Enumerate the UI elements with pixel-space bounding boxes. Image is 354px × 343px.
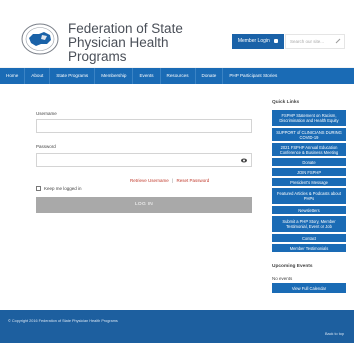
nav-item-donate[interactable]: Donate	[196, 68, 224, 84]
view-calendar-button[interactable]: View Full Calendar	[272, 283, 346, 293]
quick-link-member-testimonials[interactable]: Member Testimonials	[272, 244, 346, 252]
nav-item-about[interactable]: About	[25, 68, 51, 84]
no-events-text: No events	[272, 276, 293, 281]
quick-links-title: Quick Links	[272, 100, 300, 105]
password-field[interactable]	[36, 153, 252, 167]
back-to-top-label: Back to top	[325, 332, 344, 336]
upcoming-events-title: Upcoming Events	[272, 264, 313, 269]
eye-icon[interactable]	[241, 158, 247, 163]
quick-link-donate[interactable]: Donate	[272, 158, 346, 166]
search-input[interactable]: Search our site...	[285, 34, 345, 49]
member-login-button[interactable]: Member Login	[232, 34, 284, 49]
quick-link-contact[interactable]: Contact	[272, 234, 346, 242]
quick-link-join[interactable]: JOIN FSPHP	[272, 168, 346, 176]
keep-logged-in-label: Keep me logged in	[44, 186, 82, 191]
quick-link-presidents-message[interactable]: President's Message	[272, 178, 346, 186]
nav-item-events[interactable]: Events	[133, 68, 161, 84]
username-field[interactable]	[36, 119, 252, 133]
account-links: Retrieve Username | Reset Password	[130, 178, 209, 183]
member-login-label: Member Login	[237, 38, 270, 44]
back-to-top-link[interactable]: Back to top	[325, 332, 344, 336]
quick-link-racism-statement[interactable]: FSPHP Statement on Racism, Discriminatio…	[272, 110, 346, 126]
page: Federation of State Physician Health Pro…	[0, 0, 354, 343]
reset-password-link[interactable]: Reset Password	[176, 178, 209, 183]
search-icon[interactable]	[335, 38, 341, 44]
nav-item-php-participant-stories[interactable]: PHP Participant Stories	[223, 68, 283, 84]
quick-link-annual-conference[interactable]: 2021 FSPHP Annual Education Conference &…	[272, 143, 346, 156]
quick-link-submit-story[interactable]: Submit a PHP Story, Member Testimonial, …	[272, 216, 346, 232]
copyright-text: © Copyright 2016 Federation of State Phy…	[8, 319, 118, 323]
quick-link-featured-articles[interactable]: Featured Articles & Podcasts about PHPs	[272, 188, 346, 204]
nav-item-resources[interactable]: Resources	[161, 68, 196, 84]
remember-me[interactable]: Keep me logged in	[36, 186, 82, 191]
main-nav: Home About State Programs Membership Eve…	[0, 68, 354, 84]
username-label: Username	[36, 111, 57, 116]
nav-item-state-programs[interactable]: State Programs	[50, 68, 96, 84]
keep-logged-in-checkbox[interactable]	[36, 186, 41, 191]
seal-logo-icon[interactable]	[20, 22, 60, 56]
site-header: Federation of State Physician Health Pro…	[0, 0, 354, 67]
links-separator: |	[172, 178, 174, 183]
org-name[interactable]: Federation of State Physician Health Pro…	[68, 22, 228, 64]
nav-item-home[interactable]: Home	[0, 68, 26, 84]
site-footer: © Copyright 2016 Federation of State Phy…	[0, 310, 354, 343]
retrieve-username-link[interactable]: Retrieve Username	[130, 178, 169, 183]
quick-link-covid-support[interactable]: SUPPORT of CLINICIANS DURING COVID-19	[272, 128, 346, 141]
login-button[interactable]: LOG IN	[36, 197, 252, 213]
lock-icon	[274, 38, 279, 43]
nav-item-membership[interactable]: Membership	[95, 68, 134, 84]
password-label: Password	[36, 144, 56, 149]
search-placeholder: Search our site...	[290, 39, 325, 44]
quick-link-newsletters[interactable]: Newsletters	[272, 206, 346, 214]
